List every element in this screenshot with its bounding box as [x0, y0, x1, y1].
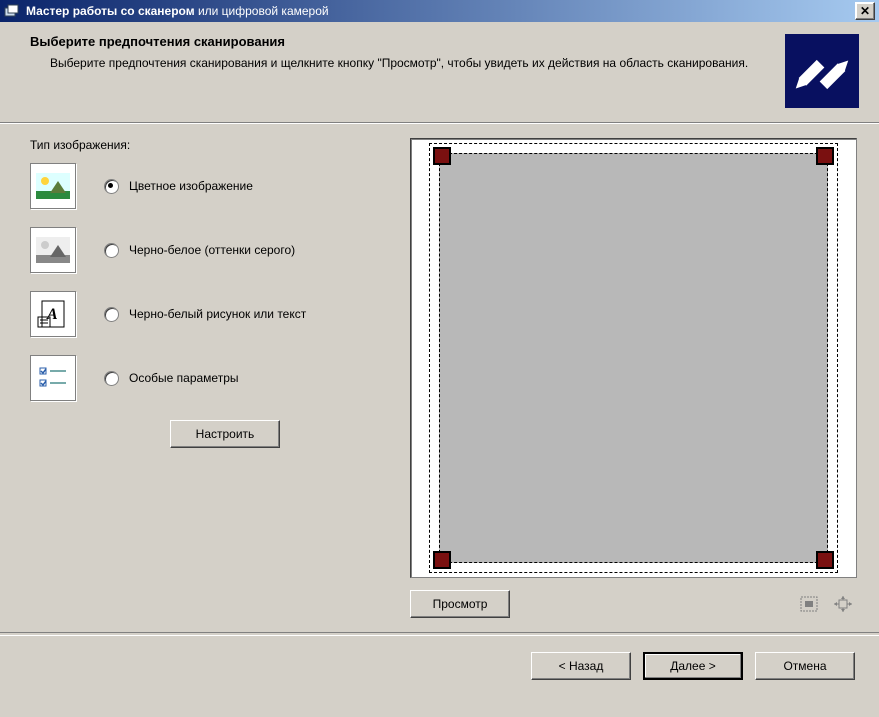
- option-bw-label: Черно-белый рисунок или текст: [129, 307, 306, 321]
- window-title-bold: Мастер работы со сканером: [26, 4, 195, 18]
- option-grayscale-label: Черно-белое (оттенки серого): [129, 243, 295, 257]
- wizard-icon: [785, 34, 859, 108]
- configure-button[interactable]: Настроить: [170, 420, 280, 448]
- option-custom-label: Особые параметры: [129, 371, 239, 385]
- option-color-label: Цветное изображение: [129, 179, 253, 193]
- image-type-label: Тип изображения:: [30, 138, 410, 152]
- radio-bw[interactable]: [104, 307, 119, 322]
- radio-custom[interactable]: [104, 371, 119, 386]
- zoom-selection-icon[interactable]: [795, 591, 823, 617]
- image-type-group: Тип изображения: Цветное изображение Чер…: [30, 138, 410, 618]
- option-bw[interactable]: A Черно-белый рисунок или текст: [30, 292, 410, 336]
- preview-controls: Просмотр: [410, 590, 857, 618]
- titlebar: Мастер работы со сканером или цифровой к…: [0, 0, 879, 22]
- wizard-body: Тип изображения: Цветное изображение Чер…: [0, 124, 879, 628]
- preview-column: Просмотр: [410, 138, 857, 618]
- radio-grayscale[interactable]: [104, 243, 119, 258]
- cancel-button[interactable]: Отмена: [755, 652, 855, 680]
- scan-page[interactable]: [439, 153, 828, 563]
- preview-area[interactable]: [410, 138, 857, 578]
- window-title-rest: или цифровой камерой: [195, 4, 329, 18]
- option-custom[interactable]: Особые параметры: [30, 356, 410, 400]
- color-photo-icon: [30, 163, 76, 209]
- bw-text-icon: A: [30, 291, 76, 337]
- fit-page-icon[interactable]: [829, 591, 857, 617]
- wizard-header: Выберите предпочтения сканирования Выбер…: [0, 22, 879, 123]
- radio-color[interactable]: [104, 179, 119, 194]
- option-color[interactable]: Цветное изображение: [30, 164, 410, 208]
- back-button[interactable]: < Назад: [531, 652, 631, 680]
- next-button[interactable]: Далее >: [643, 652, 743, 680]
- wizard-footer: < Назад Далее > Отмена: [0, 636, 879, 696]
- window-title: Мастер работы со сканером или цифровой к…: [26, 4, 855, 18]
- close-button[interactable]: ✕: [855, 2, 875, 20]
- wizard-title: Выберите предпочтения сканирования: [30, 34, 775, 49]
- wizard-header-text: Выберите предпочтения сканирования Выбер…: [30, 34, 785, 71]
- crop-handle-bottom-left[interactable]: [433, 551, 451, 569]
- custom-settings-icon: [30, 355, 76, 401]
- app-icon: [4, 3, 20, 19]
- crop-handle-bottom-right[interactable]: [816, 551, 834, 569]
- option-grayscale[interactable]: Черно-белое (оттенки серого): [30, 228, 410, 272]
- crop-handle-top-left[interactable]: [433, 147, 451, 165]
- preview-button[interactable]: Просмотр: [410, 590, 510, 618]
- wizard-description: Выберите предпочтения сканирования и щел…: [50, 55, 775, 71]
- crop-handle-top-right[interactable]: [816, 147, 834, 165]
- grayscale-photo-icon: [30, 227, 76, 273]
